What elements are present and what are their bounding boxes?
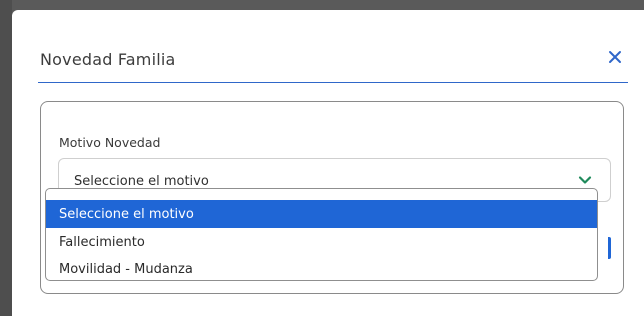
- option-seleccione-el-motivo[interactable]: Seleccione el motivo: [46, 200, 597, 228]
- option-label: Fallecimiento: [59, 235, 145, 250]
- background-page-edge: [0, 0, 12, 316]
- motivo-novedad-label: Motivo Novedad: [59, 135, 161, 150]
- motivo-dropdown-list: Seleccione el motivo Fallecimiento Movil…: [45, 188, 598, 281]
- close-icon: [609, 51, 621, 63]
- option-label: Movilidad - Mudanza: [59, 262, 193, 277]
- close-button[interactable]: [604, 46, 626, 68]
- option-fallecimiento[interactable]: Fallecimiento: [46, 228, 597, 256]
- chevron-down-icon: [578, 176, 592, 184]
- dialog-header: Novedad Familia: [38, 10, 628, 83]
- dialog-title: Novedad Familia: [40, 50, 176, 69]
- option-movilidad-mudanza[interactable]: Movilidad - Mudanza: [46, 255, 597, 280]
- hidden-button-edge: [608, 237, 611, 259]
- option-label: Seleccione el motivo: [59, 207, 194, 222]
- select-value: Seleccione el motivo: [74, 174, 209, 189]
